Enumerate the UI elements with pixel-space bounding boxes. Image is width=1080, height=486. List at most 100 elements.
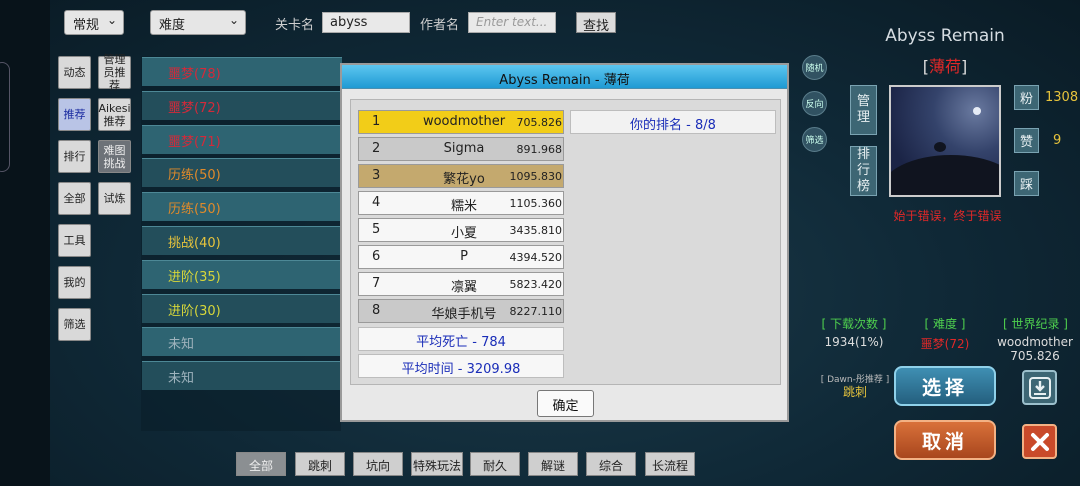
nav-mine[interactable]: 我的 <box>58 266 91 299</box>
ranking-score: 8227.110 <box>509 305 563 318</box>
level-row[interactable]: 噩梦(71) <box>142 124 342 154</box>
ranking-rank: 6 <box>372 249 381 264</box>
level-row[interactable]: 未知 <box>142 361 342 391</box>
ranking-score: 891.968 <box>516 143 563 156</box>
nav-aikesi-recommend[interactable]: Aikesi推荐 <box>98 98 131 131</box>
ranking-rank: 2 <box>372 141 381 156</box>
select-button[interactable]: 选择 <box>894 366 996 406</box>
tab-trap[interactable]: 坑向 <box>353 452 403 476</box>
nav-hard-challenge[interactable]: 难图挑战 <box>98 140 131 173</box>
level-difficulty-label: 噩梦 <box>168 134 195 150</box>
nav-recommend[interactable]: 推荐 <box>58 98 91 131</box>
close-x-icon[interactable] <box>1022 424 1057 459</box>
ranking-score: 705.826 <box>516 116 563 129</box>
level-difficulty-label: 历练 <box>168 202 195 218</box>
downloads-value: 1934(1%) <box>824 335 884 349</box>
level-difficulty-count: (30) <box>194 303 221 319</box>
chevron-down-icon: ⌄ <box>106 13 117 27</box>
level-row[interactable]: 进阶(35) <box>142 259 342 289</box>
ranking-row: 5 小夏 3435.810 <box>358 218 564 242</box>
level-difficulty-count: (71) <box>194 134 221 150</box>
level-row[interactable]: 进阶(30) <box>142 293 342 323</box>
nav-admin-recommend[interactable]: 管理员推荐 <box>98 53 131 92</box>
tab-endurance[interactable]: 耐久 <box>470 452 520 476</box>
nav-feed[interactable]: 动态 <box>58 56 91 89</box>
level-thumbnail <box>889 85 1001 197</box>
level-motto: 始于错误，终于错误 <box>893 209 1002 223</box>
nav-all[interactable]: 全部 <box>58 182 91 215</box>
ranking-row: 4 糯米 1105.360 <box>358 191 564 215</box>
ranking-row: 1 woodmother 705.826 <box>358 110 564 134</box>
tab-mixed[interactable]: 综合 <box>586 452 636 476</box>
level-title: Abyss Remain <box>885 26 1005 46</box>
filter-round-button[interactable]: 筛选 <box>802 127 827 152</box>
nav-ranking[interactable]: 排行 <box>58 140 91 173</box>
chevron-down-icon: ⌄ <box>228 13 239 27</box>
author-label: 作者名 <box>420 18 460 33</box>
like-button[interactable]: 赞 <box>1014 128 1039 153</box>
ranking-board-button[interactable]: 排行榜 <box>850 146 877 196</box>
level-row[interactable]: 噩梦(72) <box>142 90 342 120</box>
world-record-time: 705.826 <box>1010 349 1060 363</box>
level-name-input[interactable]: abyss <box>322 12 410 33</box>
author-name: 薄荷 <box>928 57 961 76</box>
search-button[interactable]: 查找 <box>576 12 616 34</box>
difficulty-select[interactable]: 难度 ⌄ <box>150 10 246 35</box>
author-input[interactable]: Enter text... <box>468 12 556 33</box>
level-difficulty-count: (40) <box>194 236 221 251</box>
dialog-title: Abyss Remain - 薄荷 <box>342 65 787 89</box>
level-row[interactable]: 历练(50) <box>142 192 342 222</box>
ranking-row: 2 Sigma 891.968 <box>358 137 564 161</box>
level-difficulty-label: 未知 <box>168 371 195 387</box>
tab-long[interactable]: 长流程 <box>645 452 695 476</box>
level-difficulty-label: 噩梦 <box>168 67 195 82</box>
ranking-score: 5823.420 <box>509 278 563 291</box>
level-difficulty-count: (50) <box>194 202 221 218</box>
avg-deaths: 平均死亡 - 784 <box>358 327 564 351</box>
ranking-row: 6 P 4394.520 <box>358 245 564 269</box>
level-row[interactable]: 历练(50) <box>142 158 342 188</box>
level-difficulty-label: 未知 <box>168 337 195 353</box>
tab-jump-spike[interactable]: 跳刺 <box>295 452 345 476</box>
ranking-rank: 3 <box>372 168 381 183</box>
level-difficulty-count: (50) <box>194 168 221 184</box>
level-difficulty-label: 进阶 <box>168 269 195 285</box>
manage-button[interactable]: 管理 <box>850 85 877 135</box>
level-difficulty-count: (78) <box>194 67 221 82</box>
random-button[interactable]: 随机 <box>802 55 827 80</box>
level-row[interactable]: 未知 <box>142 327 342 357</box>
tab-puzzle[interactable]: 解谜 <box>528 452 578 476</box>
level-author: [薄荷] <box>922 57 968 76</box>
nav-tools[interactable]: 工具 <box>58 224 91 257</box>
level-row[interactable]: 挑战(40) <box>142 226 342 255</box>
world-record-header: [ 世界纪录 ] <box>1003 317 1068 331</box>
tab-special[interactable]: 特殊玩法 <box>411 452 463 476</box>
ranking-rank: 8 <box>372 303 381 318</box>
nav-trial[interactable]: 试炼 <box>98 182 131 215</box>
level-row[interactable]: 噩梦(78) <box>142 57 342 86</box>
tab-all[interactable]: 全部 <box>236 452 286 476</box>
level-difficulty-count: (35) <box>194 269 221 285</box>
dislike-button[interactable]: 踩 <box>1014 171 1039 196</box>
moon-shape <box>973 107 981 115</box>
reverse-button[interactable]: 反向 <box>802 91 827 116</box>
level-difficulty-label: 历练 <box>168 168 195 184</box>
avg-time: 平均时间 - 3209.98 <box>358 354 564 378</box>
ranking-rank: 5 <box>372 222 381 237</box>
nav-filter[interactable]: 筛选 <box>58 308 91 341</box>
difficulty-select-value: 难度 <box>159 18 186 33</box>
hill-shape <box>891 155 999 195</box>
ranking-score: 1105.360 <box>509 197 563 210</box>
fans-button[interactable]: 粉 <box>1014 85 1039 110</box>
download-icon[interactable] <box>1022 370 1057 405</box>
world-record-holder: woodmother <box>997 335 1073 349</box>
level-difficulty-count: (72) <box>194 100 221 116</box>
difficulty-header: [ 难度 ] <box>924 317 966 331</box>
difficulty-value: 噩梦(72) <box>920 337 970 351</box>
cancel-button[interactable]: 取消 <box>894 420 996 460</box>
sort-select-value: 常规 <box>73 18 100 33</box>
screen-notch <box>0 62 10 172</box>
ok-button[interactable]: 确定 <box>537 390 594 417</box>
sort-select[interactable]: 常规 ⌄ <box>64 10 124 35</box>
ranking-score: 3435.810 <box>509 224 563 237</box>
